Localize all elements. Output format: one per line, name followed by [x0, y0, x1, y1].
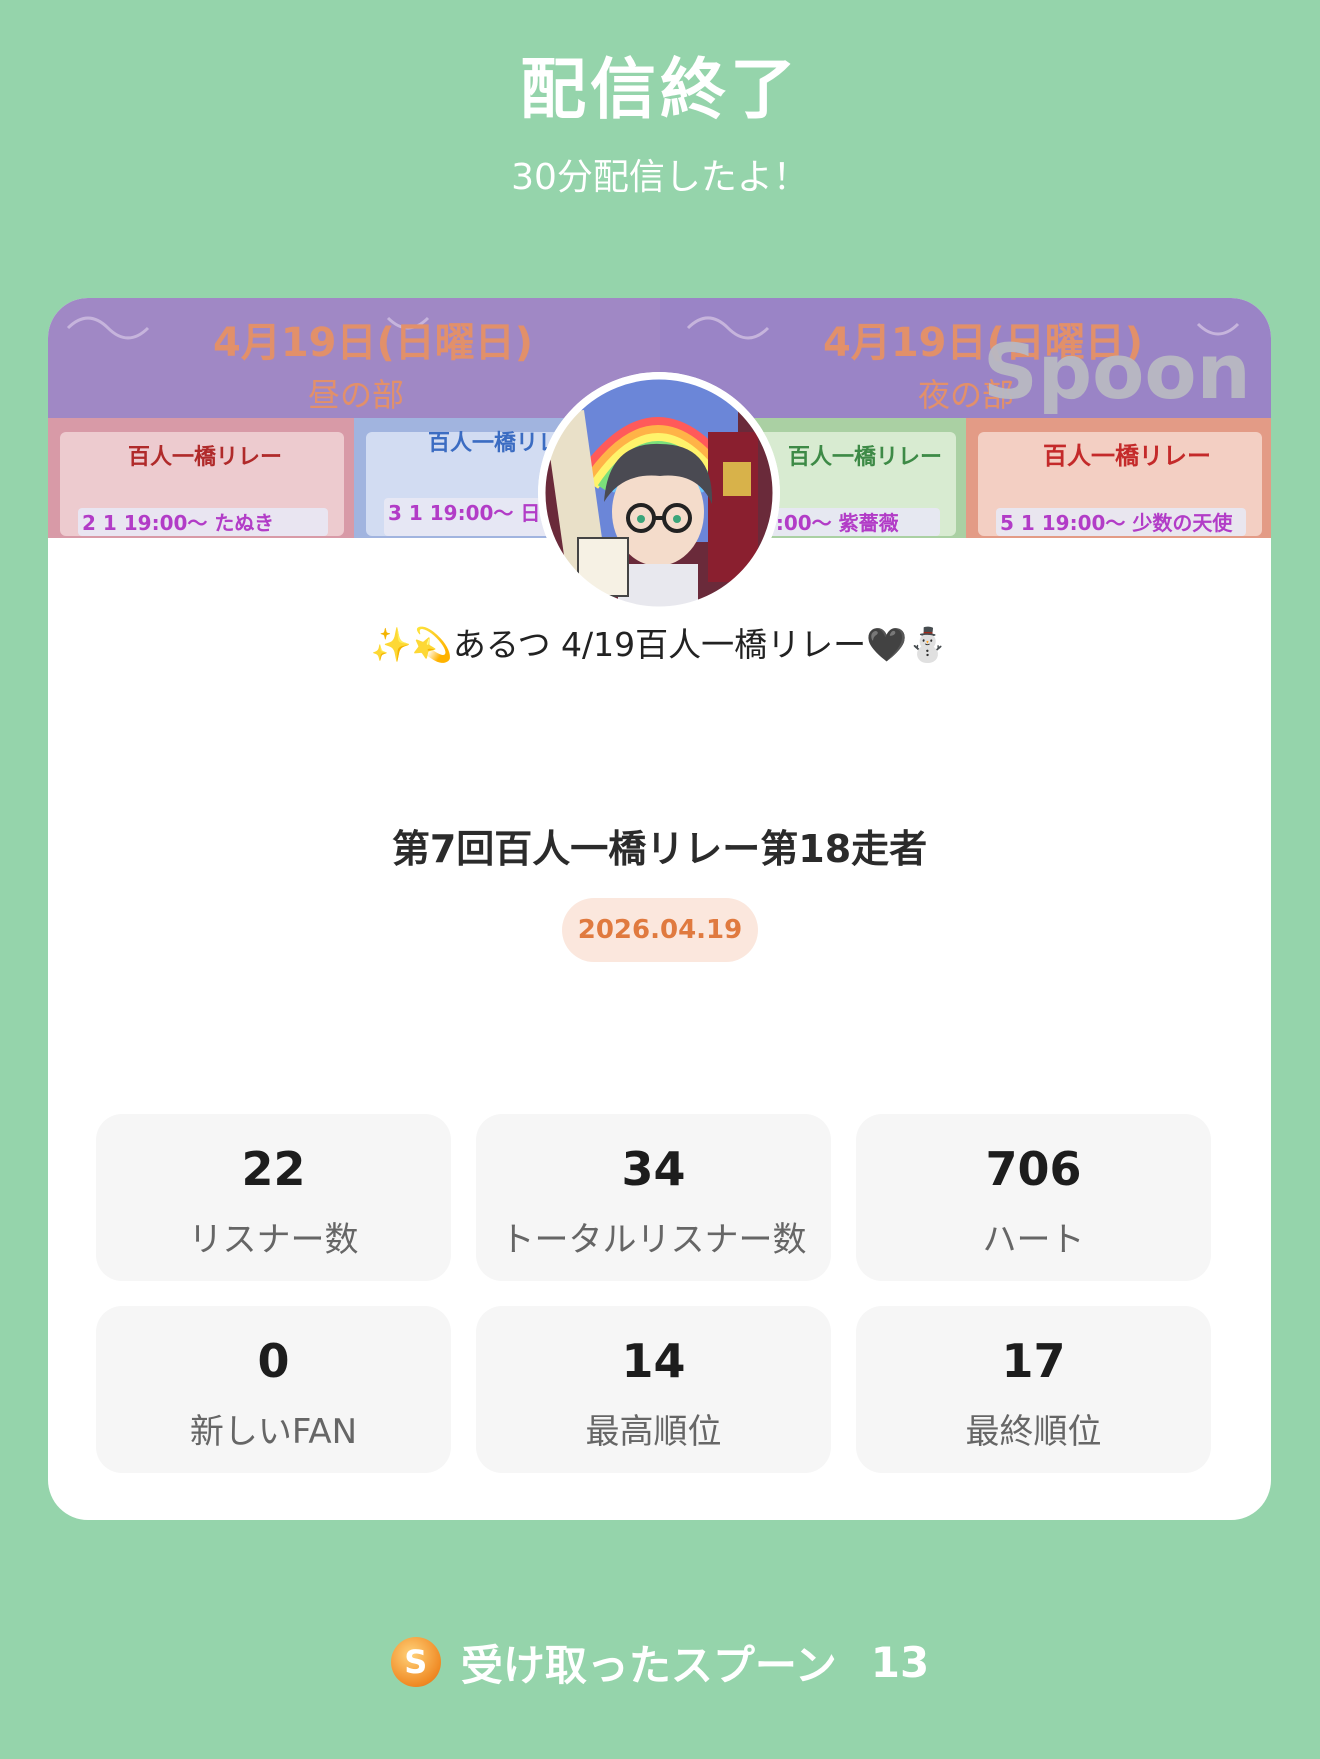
- banner-slot-1: 2 1 19:00〜 たぬき: [82, 511, 274, 535]
- stat-value: 14: [621, 1334, 686, 1388]
- live-summary-card: 4月19日(日曜日) 昼の部 4月19日(日曜日) 夜の部 Spoon 百人一橋…: [48, 298, 1271, 1520]
- spoon-brand-watermark: Spoon: [983, 327, 1251, 416]
- banner-session-left: 昼の部: [308, 376, 404, 414]
- stat-listeners: 22 リスナー数: [96, 1114, 451, 1281]
- banner-date-left: 4月19日(日曜日): [213, 320, 533, 366]
- spoon-label: 受け取ったスプーン: [460, 1640, 837, 1690]
- banner-slot-4: 5 1 19:00〜 少数の天使: [1000, 511, 1233, 535]
- banner-relay-label-4: 百人一橋リレー: [1043, 442, 1211, 470]
- stat-value: 17: [1001, 1334, 1066, 1388]
- page-subtitle: 30分配信したよ！: [511, 157, 809, 198]
- page-title: 配信終了: [520, 51, 800, 128]
- banner-relay-label-3: 百人一橋リレー: [788, 445, 942, 470]
- stat-hearts: 706 ハート: [856, 1114, 1211, 1281]
- event-title: 第7回百人一橋リレー第18走者: [391, 827, 928, 871]
- date-badge: 2026.04.19: [562, 898, 758, 962]
- stat-label: リスナー数: [188, 1220, 359, 1260]
- banner-relay-label-1: 百人一橋リレー: [128, 445, 282, 470]
- live-title: ✨💫あるつ 4/19百人一橋リレー🖤⛄: [370, 625, 949, 664]
- stat-value: 706: [985, 1142, 1082, 1196]
- stat-label: 最終順位: [965, 1412, 1102, 1452]
- stat-label: 最高順位: [585, 1412, 722, 1452]
- stat-final-rank: 17 最終順位: [856, 1306, 1211, 1473]
- stat-label: ハート: [982, 1220, 1085, 1260]
- banner-slot-2: 3 1 19:00〜 日向: [388, 501, 560, 525]
- stat-value: 22: [241, 1142, 306, 1196]
- stat-total-listeners: 34 トータルリスナー数: [476, 1114, 831, 1281]
- stat-value: 0: [257, 1334, 290, 1388]
- spoon-coin-icon: S: [390, 1637, 441, 1687]
- live-ended-screen: 配信終了 30分配信したよ！ 4月19日(日曜日) 昼の部 4月19日(日曜日)…: [0, 0, 1320, 1759]
- stat-label: トータルリスナー数: [500, 1220, 807, 1260]
- host-avatar[interactable]: [538, 372, 780, 614]
- stat-value: 34: [621, 1142, 686, 1196]
- spoon-count: 13: [870, 1637, 930, 1687]
- received-spoons: S 受け取ったスプーン 13: [0, 1632, 1320, 1692]
- stat-label: 新しいFAN: [189, 1412, 358, 1452]
- stat-highest-rank: 14 最高順位: [476, 1306, 831, 1473]
- stat-new-fans: 0 新しいFAN: [96, 1306, 451, 1473]
